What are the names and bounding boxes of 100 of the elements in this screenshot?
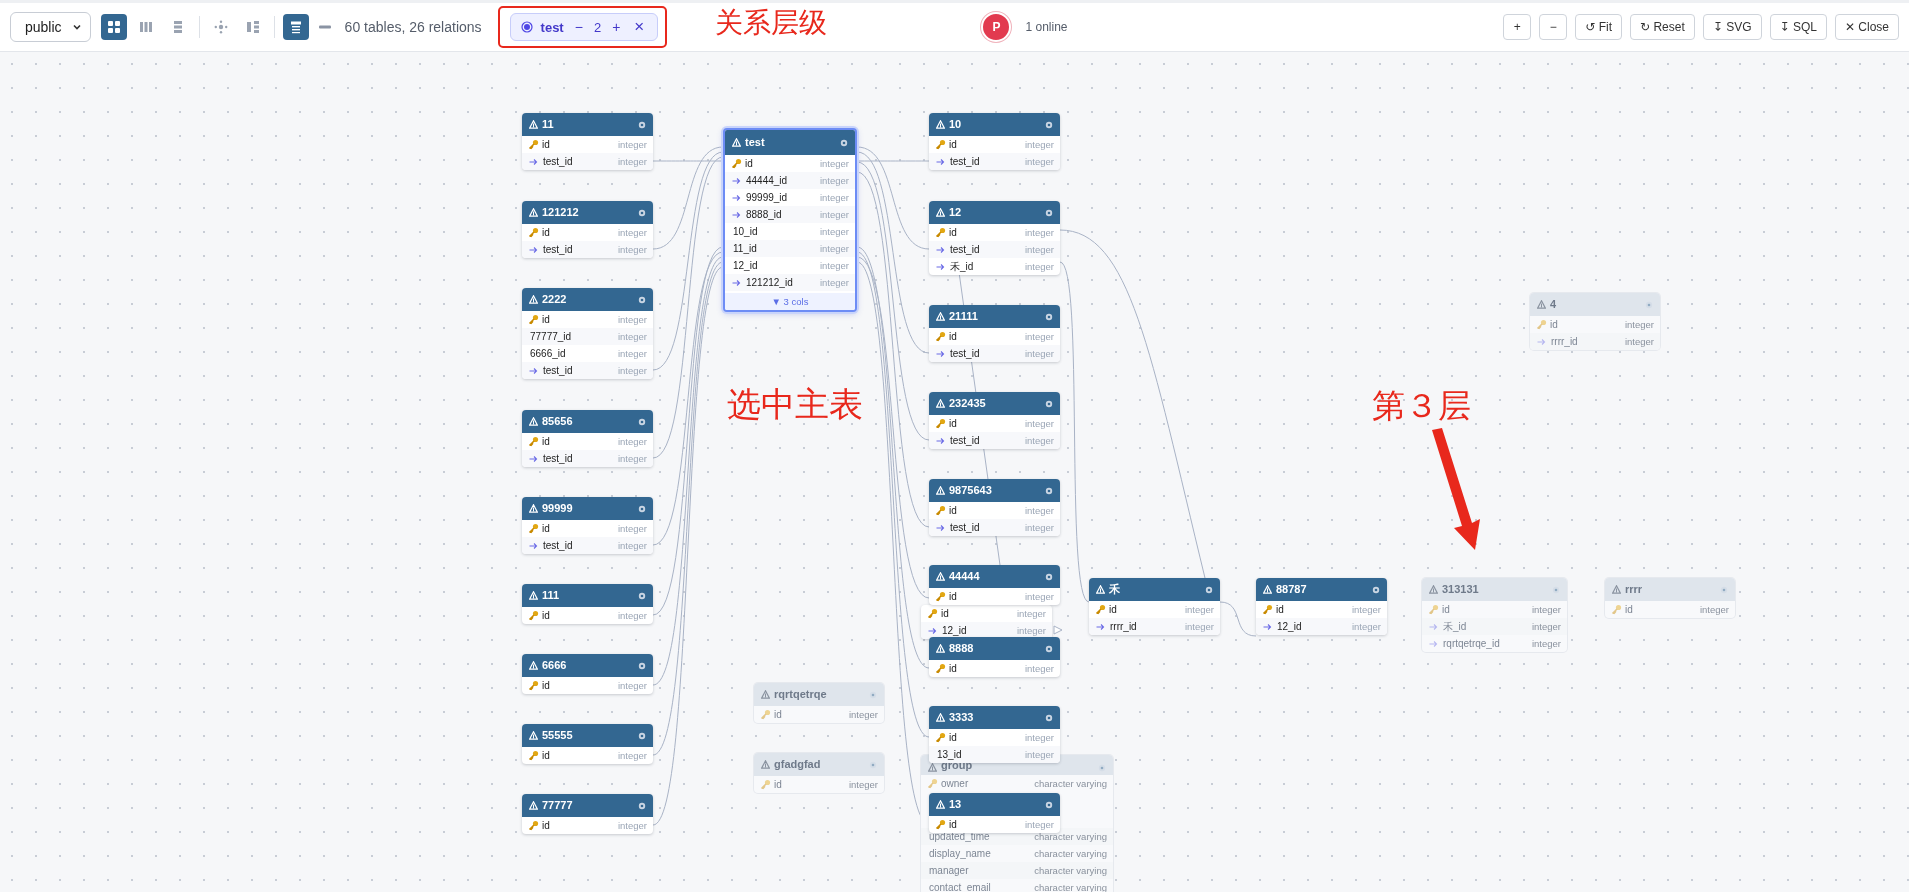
arrow-icon — [936, 245, 945, 254]
decrease-depth-button[interactable]: − — [571, 19, 586, 35]
column-name: rqrtqetrqe_id — [1443, 638, 1500, 649]
column-type: integer — [1024, 331, 1054, 342]
table-card[interactable]: 10 id integer test_id integer — [929, 113, 1060, 170]
settings-icon[interactable] — [638, 801, 646, 810]
toolbar-button[interactable]: ↺ Fit — [1575, 14, 1623, 40]
column-name: id — [542, 314, 550, 325]
column-name: test_id — [950, 348, 980, 359]
table-card[interactable]: 55555 id integer — [522, 724, 653, 764]
more-columns-button[interactable]: ▼ 3 cols — [725, 293, 855, 310]
table-card[interactable]: 9875643 id integer test_id integer — [929, 479, 1060, 536]
settings-icon[interactable] — [638, 504, 646, 513]
table-name: rqrtqetrqe — [774, 688, 827, 701]
settings-icon[interactable] — [840, 138, 848, 147]
table-card[interactable]: 3333 id integer 13_id integer — [929, 706, 1060, 763]
settings-icon[interactable] — [1045, 486, 1053, 495]
settings-icon[interactable] — [1045, 572, 1053, 581]
table-card[interactable]: 13 id integer — [929, 793, 1060, 833]
table-card[interactable]: 121212 id integer test_id integer — [522, 201, 653, 258]
settings-icon[interactable] — [638, 208, 646, 217]
table-card[interactable]: 4 id integer rrrr_id integer — [1530, 293, 1660, 350]
settings-icon[interactable] — [638, 591, 646, 600]
arrow-icon — [732, 193, 741, 202]
column-name: 12_id — [942, 625, 967, 636]
arrow-icon — [1263, 622, 1272, 631]
minus-icon[interactable] — [318, 25, 331, 29]
column-name: id — [774, 709, 782, 720]
increase-depth-button[interactable]: + — [609, 19, 624, 35]
settings-icon[interactable] — [1372, 585, 1380, 594]
table-card[interactable]: 77777 id integer — [522, 794, 653, 834]
settings-icon[interactable] — [1045, 644, 1053, 653]
table-card[interactable]: rrrr id integer — [1605, 578, 1735, 618]
settings-icon[interactable] — [1045, 208, 1053, 217]
table-icon — [732, 138, 741, 147]
close-button[interactable]: × — [631, 17, 648, 37]
table-card[interactable]: 99999 id integer test_id integer — [522, 497, 653, 554]
focus-mode-button[interactable] — [282, 14, 309, 40]
table-name: 9875643 — [949, 484, 992, 497]
column-name: id — [542, 523, 550, 534]
column-type: integer — [819, 209, 849, 220]
settings-icon[interactable] — [638, 731, 646, 740]
toolbar-button[interactable]: ↻ Reset — [1630, 14, 1695, 40]
table-card[interactable]: 11 id integer test_id integer — [522, 113, 653, 170]
key-icon — [528, 314, 539, 325]
table-card[interactable]: 313131 id integer 禾_id integer rqrtqetrqe_id integer — [1422, 578, 1567, 652]
key-icon — [935, 663, 946, 674]
arrow-icon — [732, 176, 741, 185]
settings-icon[interactable] — [1045, 399, 1053, 408]
toolbar-button[interactable]: ✕ Close — [1834, 14, 1899, 40]
toolbar-button[interactable]: + — [1503, 14, 1532, 40]
radial-icon — [214, 20, 227, 34]
column-name: test_id — [543, 453, 573, 464]
column-type: integer — [1624, 336, 1654, 347]
column-name: 11_id — [733, 243, 757, 254]
table-card[interactable]: 85656 id integer test_id integer — [522, 410, 653, 467]
column-name: test_id — [543, 244, 573, 255]
key-icon — [935, 732, 946, 743]
table-card[interactable]: 禾 id integer rrrr_id integer — [1089, 578, 1220, 635]
table-card[interactable]: test id integer 44444_id integer 99999_id integer 8888_id integer 10_id integer 11_id integer 12_id integer 121212_id integer ▼ 3 cols — [723, 128, 857, 312]
column-type: integer — [617, 139, 647, 150]
settings-icon[interactable] — [638, 120, 646, 129]
settings-icon[interactable] — [638, 295, 646, 304]
column-type: integer — [1624, 319, 1654, 330]
table-name: 禾 — [1109, 583, 1120, 596]
settings-icon[interactable] — [638, 661, 646, 670]
schema-select[interactable]: public — [10, 12, 91, 42]
column-type: integer — [1024, 348, 1054, 359]
key-icon — [528, 820, 539, 831]
settings-icon[interactable] — [638, 417, 646, 426]
table-card[interactable]: 21111 id integer test_id integer — [929, 305, 1060, 362]
toolbar-button[interactable]: ↧ SQL — [1769, 14, 1827, 40]
settings-icon[interactable] — [1205, 585, 1213, 594]
table-card[interactable]: 111 id integer — [522, 584, 653, 624]
table-card[interactable]: id integer 12_id integer — [921, 605, 1052, 639]
settings-icon[interactable] — [1045, 800, 1053, 809]
settings-icon[interactable] — [1045, 312, 1053, 321]
settings-icon[interactable] — [1045, 713, 1053, 722]
column-type: integer — [1531, 638, 1561, 649]
table-card[interactable]: 12 id integer test_id integer 禾_id integer — [929, 201, 1060, 275]
toolbar-button[interactable]: − — [1539, 14, 1568, 40]
table-card[interactable]: gfadgfad id integer — [754, 753, 884, 793]
table-card[interactable]: rqrtqetrqe id integer — [754, 683, 884, 723]
column-type: integer — [819, 192, 849, 203]
grid-layout-button[interactable] — [100, 14, 127, 40]
column-type: integer — [1024, 435, 1054, 446]
toolbar-button[interactable]: ↧ SVG — [1702, 14, 1762, 40]
arrow-icon — [1096, 622, 1105, 631]
table-card[interactable]: 8888 id integer — [929, 637, 1060, 677]
table-card[interactable]: 6666 id integer — [522, 654, 653, 694]
column-type: integer — [819, 175, 849, 186]
arrow-icon — [936, 157, 945, 166]
table-card[interactable]: 88787 id integer 12_id integer — [1256, 578, 1387, 635]
column-type: integer — [617, 820, 647, 831]
table-card[interactable]: 2222 id integer 77777_id integer 6666_id integer test_id integer — [522, 288, 653, 379]
arrow-icon — [1537, 337, 1546, 346]
table-card[interactable]: 232435 id integer test_id integer — [929, 392, 1060, 449]
table-icon — [936, 486, 945, 495]
table-name: rrrr — [1625, 583, 1643, 596]
settings-icon[interactable] — [1045, 120, 1053, 129]
